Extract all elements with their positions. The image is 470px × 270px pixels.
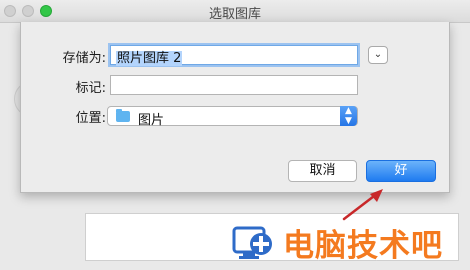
location-label: 位置: [75, 111, 106, 126]
save-as-input[interactable]: 照片图库 2 [110, 45, 358, 66]
annotation-arrow-icon [342, 189, 383, 221]
window-title: 选取图库 [208, 7, 261, 22]
tags-input[interactable] [110, 75, 358, 95]
location-value: 图片 [138, 113, 165, 128]
folder-icon [116, 109, 130, 122]
expand-button[interactable]: ⌄ [368, 46, 388, 64]
location-popup[interactable]: 图片 ▲ ▼ [107, 106, 358, 128]
cancel-button[interactable]: 取消 [288, 160, 357, 182]
watermark-logo-icon [232, 226, 272, 259]
tags-label: 标记: [75, 81, 106, 96]
save-sheet-dialog: 存储为: 照片图库 2 ⌄ 标记: 位置: 图片 ▲ ▼ 取消 好 [20, 22, 450, 193]
ok-button[interactable]: 好 [366, 160, 436, 182]
watermark-text: 电脑技术吧 [283, 228, 443, 264]
window-title-bar: 选取图库 [0, 0, 470, 23]
up-down-arrows-icon: ▲ ▼ [340, 106, 357, 126]
chevron-down-icon: ⌄ [373, 49, 383, 60]
save-as-label: 存储为: [62, 51, 106, 66]
save-as-value: 照片图库 2 [116, 51, 183, 66]
